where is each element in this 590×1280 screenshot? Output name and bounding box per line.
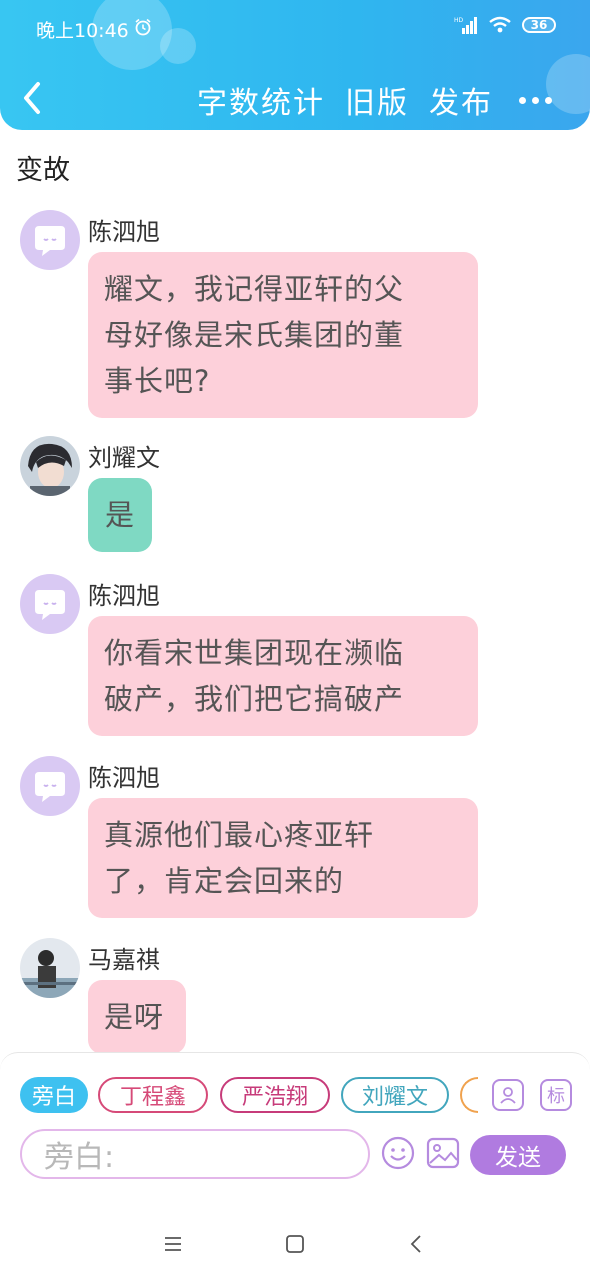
decor-bubble <box>546 54 590 114</box>
role-icon[interactable] <box>492 1079 524 1111</box>
decor-bubble <box>160 28 196 64</box>
person-icon <box>500 1087 516 1104</box>
input-panel: 旁白 丁程鑫 严浩翔 刘耀文 标 旁白: 发送 <box>0 1052 590 1211</box>
message-bubble[interactable]: 是呀 <box>88 980 186 1054</box>
word-count-button[interactable]: 字数统计 <box>197 78 325 122</box>
message-line: 耀文，我记得亚轩的父 <box>104 272 405 306</box>
speaker-name: 陈泗旭 <box>88 764 160 792</box>
message-bubble[interactable]: 你看宋世集团现在濒临 破产，我们把它搞破产 <box>88 616 478 736</box>
app-header: 晚上10:46 HD 36 字数统计 旧版 发布 <box>0 0 590 130</box>
avatar-default <box>20 574 80 634</box>
back-button[interactable] <box>18 78 48 118</box>
message-bubble[interactable]: 是 <box>88 478 152 552</box>
chapter-title: 变故 <box>16 155 70 186</box>
svg-text:HD: HD <box>454 17 464 24</box>
message-item: 刘耀文 是 <box>20 436 570 556</box>
message-line: 事长吧? <box>104 364 211 398</box>
chat-bubble-icon <box>35 226 65 256</box>
menu-icon[interactable] <box>162 1234 184 1254</box>
chip-narration[interactable]: 旁白 <box>20 1077 88 1113</box>
chip-character[interactable]: 丁程鑫 <box>98 1077 208 1113</box>
chip-character[interactable]: 严浩翔 <box>220 1077 330 1113</box>
message-input[interactable]: 旁白: <box>20 1129 370 1179</box>
chip-character[interactable]: 刘耀文 <box>341 1077 449 1113</box>
signal-icon: HD <box>454 17 477 34</box>
header-actions: 字数统计 旧版 发布 <box>197 78 552 122</box>
avatar <box>20 436 80 496</box>
speaker-name: 刘耀文 <box>88 444 160 472</box>
more-icon[interactable] <box>519 96 552 104</box>
battery-indicator: 36 <box>522 17 556 33</box>
home-icon[interactable] <box>284 1234 306 1254</box>
speaker-name: 陈泗旭 <box>88 218 160 246</box>
message-item: 陈泗旭 真源他们最心疼亚轩 了，肯定会回来的 <box>20 756 570 918</box>
message-line: 真源他们最心疼亚轩 <box>104 818 375 852</box>
back-nav-icon[interactable] <box>406 1234 428 1254</box>
avatar-default <box>20 210 80 270</box>
message-line: 了，肯定会回来的 <box>104 864 345 898</box>
user-photo <box>20 938 80 998</box>
speaker-name: 马嘉祺 <box>88 946 160 974</box>
message-item: 陈泗旭 你看宋世集团现在濒临 破产，我们把它搞破产 <box>20 574 570 736</box>
publish-button[interactable]: 发布 <box>429 78 493 122</box>
system-navbar <box>0 1210 590 1280</box>
message-line: 母好像是宋氏集团的董 <box>104 318 405 352</box>
message-item: 马嘉祺 是呀 <box>20 938 570 1054</box>
wifi-icon <box>489 16 511 33</box>
message-item: 陈泗旭 耀文，我记得亚轩的父 母好像是宋氏集团的董 事长吧? <box>20 210 570 420</box>
chip-character-partial[interactable] <box>460 1077 478 1113</box>
alarm-icon <box>135 18 151 36</box>
status-icons: HD 36 <box>454 16 556 34</box>
emoji-icon[interactable] <box>380 1135 416 1171</box>
avatar <box>20 938 80 998</box>
avatar-default <box>20 756 80 816</box>
image-icon[interactable] <box>426 1137 460 1169</box>
send-button[interactable]: 发送 <box>470 1135 566 1175</box>
message-bubble[interactable]: 真源他们最心疼亚轩 了，肯定会回来的 <box>88 798 478 918</box>
message-line: 你看宋世集团现在濒临 <box>104 636 405 670</box>
chat-bubble-icon <box>35 772 65 802</box>
old-version-button[interactable]: 旧版 <box>345 78 409 122</box>
chat-bubble-icon <box>35 590 65 620</box>
user-photo <box>20 436 80 496</box>
speaker-name: 陈泗旭 <box>88 582 160 610</box>
message-line: 破产，我们把它搞破产 <box>104 682 405 716</box>
message-bubble[interactable]: 耀文，我记得亚轩的父 母好像是宋氏集团的董 事长吧? <box>88 252 478 418</box>
status-time: 晚上10:46 <box>36 20 129 42</box>
tag-button[interactable]: 标 <box>540 1079 572 1111</box>
